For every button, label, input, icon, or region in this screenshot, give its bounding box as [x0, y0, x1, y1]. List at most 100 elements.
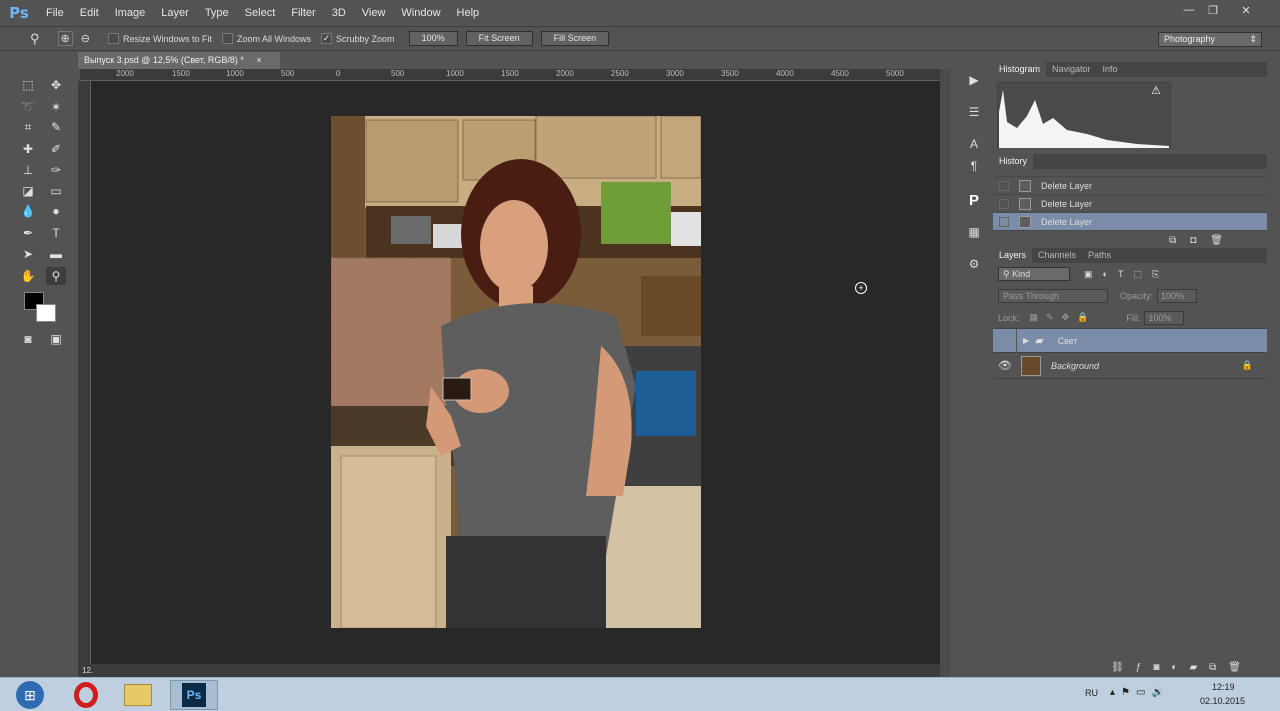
tab-info[interactable]: Info: [1097, 62, 1124, 77]
clock-date[interactable]: 02.10.2015: [1200, 696, 1245, 706]
adjustment-layer-icon[interactable]: ◐: [1171, 662, 1189, 673]
scrubby-zoom-checkbox[interactable]: ✓: [321, 33, 333, 44]
zoom-tool-icon[interactable]: ⚲: [30, 31, 40, 47]
fill-screen-button[interactable]: Fill Screen: [540, 31, 610, 46]
zoom-in-icon[interactable]: ⊕: [57, 31, 73, 46]
history-row[interactable]: Delete Layer: [993, 177, 1267, 195]
move-tool-icon[interactable]: ✥: [46, 76, 66, 94]
lock-pixels-icon[interactable]: ✎: [1046, 312, 1062, 322]
marquee-tool-icon[interactable]: ⬚: [18, 76, 38, 94]
document-tab[interactable]: Выпуск 3.psd @ 12,5% (Свет, RGB/8) * ×: [78, 52, 280, 69]
menu-help[interactable]: Help: [449, 0, 488, 26]
minimize-button[interactable]: —: [1178, 3, 1200, 17]
eraser-tool-icon[interactable]: ◪: [18, 182, 38, 200]
fill-input[interactable]: 100%: [1144, 310, 1185, 325]
resize-windows-checkbox[interactable]: [107, 33, 119, 44]
fx-icon[interactable]: ƒ: [1136, 662, 1154, 673]
magic-wand-icon[interactable]: ✶: [46, 98, 66, 116]
new-layer-icon[interactable]: ⧉: [1209, 662, 1228, 673]
tab-paths[interactable]: Paths: [1082, 248, 1117, 263]
adjustment-filter-icon[interactable]: ◐: [1103, 269, 1118, 279]
eyedropper-icon[interactable]: ✎: [46, 118, 66, 136]
dodge-tool-icon[interactable]: ●: [46, 202, 66, 220]
volume-icon[interactable]: 🔊: [1151, 687, 1169, 698]
adjustments-icon[interactable]: ☰: [962, 102, 986, 122]
menu-3d[interactable]: 3D: [324, 0, 354, 26]
document-photo[interactable]: [331, 116, 701, 628]
close-tab-icon[interactable]: ×: [256, 55, 261, 65]
lock-position-icon[interactable]: ✥: [1062, 312, 1078, 322]
menu-filter[interactable]: Filter: [283, 0, 323, 26]
history-checkbox[interactable]: [999, 216, 1009, 227]
brush-presets-icon[interactable]: ▦: [962, 222, 986, 242]
screen-mode-icon[interactable]: ▣: [46, 330, 66, 348]
visibility-toggle[interactable]: [993, 328, 1017, 353]
zoom-out-icon[interactable]: ⊖: [81, 32, 90, 45]
lock-all-icon[interactable]: 🔒: [1077, 312, 1096, 322]
close-window-button[interactable]: ✕: [1235, 3, 1257, 17]
background-color-swatch[interactable]: [36, 304, 56, 322]
layer-row-background[interactable]: 👁 Background 🔒: [993, 353, 1267, 379]
tab-history[interactable]: History: [993, 154, 1034, 169]
paragraph-icon[interactable]: ¶: [962, 156, 986, 176]
zoom-tool-selected-icon[interactable]: ⚲: [46, 267, 66, 285]
history-row-partial[interactable]: [993, 169, 1267, 177]
hand-tool-icon[interactable]: ✋: [18, 267, 38, 285]
layer-row-group[interactable]: ▶ ▰ Свет: [993, 328, 1267, 353]
language-indicator[interactable]: RU: [1085, 688, 1098, 698]
menu-window[interactable]: Window: [393, 0, 448, 26]
menu-layer[interactable]: Layer: [153, 0, 197, 26]
link-layers-icon[interactable]: ⛓: [1111, 662, 1136, 673]
tab-histogram[interactable]: Histogram: [993, 62, 1047, 77]
menu-image[interactable]: Image: [107, 0, 154, 26]
history-row-selected[interactable]: Delete Layer: [993, 213, 1267, 231]
network-icon[interactable]: ⚑: [1121, 687, 1136, 698]
camera-snapshot-icon[interactable]: ◘: [1190, 235, 1210, 246]
start-button[interactable]: ⊞: [6, 680, 54, 710]
tray-arrow-icon[interactable]: ▴: [1110, 687, 1121, 698]
brush-tool-icon[interactable]: ✐: [46, 140, 66, 158]
pixel-filter-icon[interactable]: ▣: [1084, 269, 1103, 279]
menu-select[interactable]: Select: [237, 0, 284, 26]
blend-mode-select[interactable]: Pass Through: [998, 289, 1108, 303]
photoshop-taskbar-button[interactable]: Ps: [170, 680, 218, 710]
zoom-100-button[interactable]: 100%: [408, 31, 458, 46]
pen-tool-icon[interactable]: ✒: [18, 224, 38, 242]
blur-tool-icon[interactable]: 💧: [18, 202, 38, 220]
menu-edit[interactable]: Edit: [72, 0, 107, 26]
history-brush-icon[interactable]: ✑: [46, 161, 66, 179]
eye-icon[interactable]: 👁: [993, 359, 1017, 372]
history-row[interactable]: Delete Layer: [993, 195, 1267, 213]
menu-type[interactable]: Type: [197, 0, 237, 26]
history-checkbox[interactable]: [999, 198, 1009, 209]
zoom-all-checkbox[interactable]: [222, 33, 233, 44]
stamp-tool-icon[interactable]: ⊥: [18, 161, 38, 179]
lasso-tool-icon[interactable]: ➰: [18, 98, 38, 116]
quick-mask-icon[interactable]: ◙: [18, 330, 38, 348]
clock-time[interactable]: 12:19: [1212, 682, 1235, 692]
opacity-input[interactable]: 100%: [1157, 289, 1198, 303]
crop-tool-icon[interactable]: ⌗: [18, 118, 38, 136]
path-selection-icon[interactable]: ➤: [18, 245, 38, 263]
type-tool-icon[interactable]: T: [46, 224, 66, 242]
expand-arrow-icon[interactable]: ▶: [1023, 336, 1029, 345]
properties-icon[interactable]: ⚙: [962, 254, 986, 274]
character-icon[interactable]: A: [962, 134, 986, 154]
shape-filter-icon[interactable]: ⬚: [1133, 269, 1152, 279]
menu-file[interactable]: File: [38, 0, 72, 26]
healing-brush-icon[interactable]: ✚: [18, 140, 38, 158]
explorer-button[interactable]: [114, 680, 162, 710]
vertical-scrollbar[interactable]: [940, 69, 950, 677]
new-document-icon[interactable]: ⧉: [1169, 235, 1190, 246]
plugin-p-icon[interactable]: P: [962, 190, 986, 210]
delete-layer-icon[interactable]: 🗑: [1228, 662, 1253, 673]
fit-screen-button[interactable]: Fit Screen: [465, 31, 533, 46]
trash-icon[interactable]: 🗑: [1210, 235, 1237, 246]
opera-button[interactable]: [62, 680, 110, 710]
play-action-icon[interactable]: ▶: [962, 70, 986, 90]
monitor-icon[interactable]: ▭: [1136, 687, 1151, 698]
restore-button[interactable]: ❐: [1202, 3, 1224, 17]
zoom-level[interactable]: 12.: [82, 666, 93, 675]
type-filter-icon[interactable]: T: [1118, 269, 1134, 279]
workspace-select[interactable]: Photography ⇕: [1158, 32, 1262, 47]
